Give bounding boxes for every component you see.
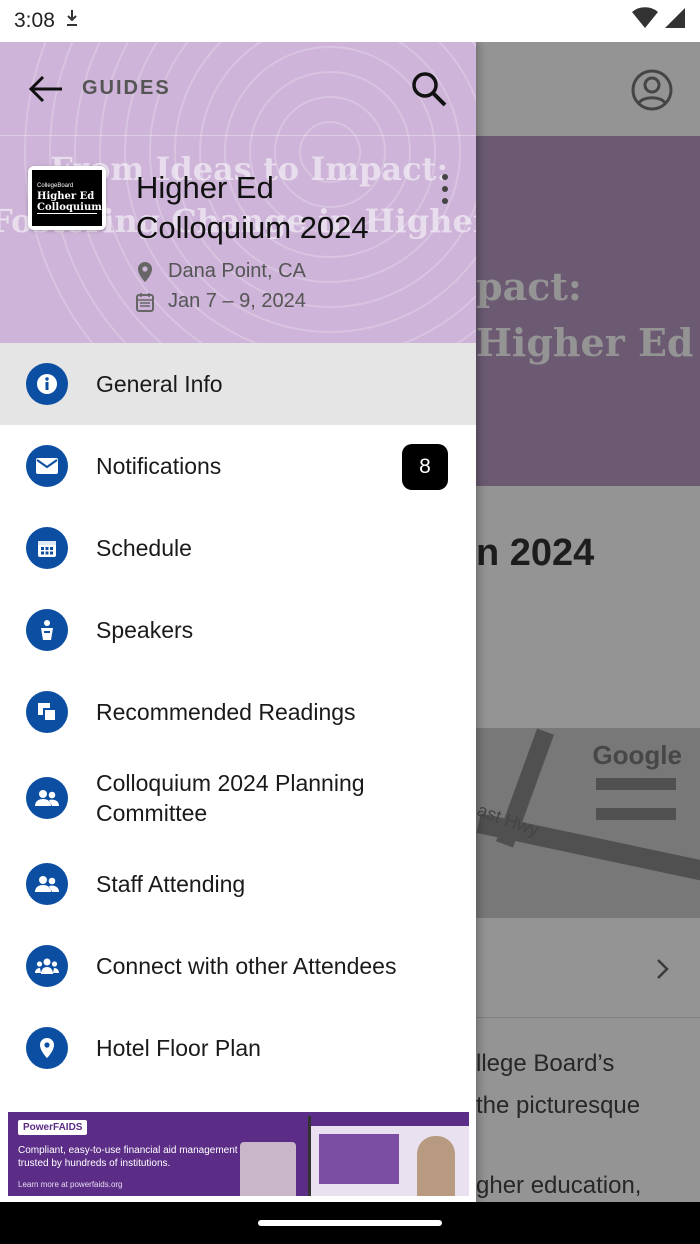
menu-item-label: Speakers bbox=[96, 617, 194, 643]
logo-line1: Higher Ed bbox=[37, 190, 95, 202]
drawer-toolbar: GUIDES bbox=[0, 42, 476, 136]
back-button[interactable] bbox=[26, 69, 66, 109]
download-icon bbox=[65, 9, 79, 33]
copy-icon bbox=[26, 691, 68, 733]
event-dates: Jan 7 – 9, 2024 bbox=[136, 290, 306, 313]
status-time: 3:08 bbox=[14, 9, 55, 32]
more-vert-icon bbox=[442, 174, 448, 180]
podium-icon bbox=[26, 609, 68, 651]
cell-signal-icon bbox=[664, 7, 686, 35]
navigation-drawer: From Ideas to Impact: Fostering Change i… bbox=[0, 42, 476, 1202]
map-pin-icon bbox=[26, 1027, 68, 1069]
menu-item-label: Colloquium 2024 Planning Committee bbox=[96, 770, 365, 826]
system-nav-bar bbox=[0, 1202, 700, 1244]
menu-item-notifications[interactable]: Notifications 8 bbox=[0, 425, 476, 507]
menu-item-connect-attendees[interactable]: Connect with other Attendees bbox=[0, 925, 476, 1007]
menu-item-label: Staff Attending bbox=[96, 871, 246, 897]
back-arrow-icon bbox=[28, 75, 62, 102]
more-options-button[interactable] bbox=[438, 174, 452, 204]
menu-item-general-info[interactable]: General Info bbox=[0, 343, 476, 425]
info-icon bbox=[26, 363, 68, 405]
status-bar: 3:08 bbox=[0, 0, 700, 42]
notification-count-badge: 8 bbox=[402, 444, 448, 490]
home-gesture-handle[interactable] bbox=[258, 1220, 442, 1226]
calendar-small-icon bbox=[136, 292, 154, 312]
banner-coffee-cup-image bbox=[240, 1142, 296, 1196]
event-logo: CollegeBoard Higher Ed Colloquium bbox=[28, 166, 106, 230]
people-icon bbox=[26, 863, 68, 905]
menu-item-hotel-floor-plan[interactable]: Hotel Floor Plan bbox=[0, 1007, 476, 1089]
menu-item-label: Notifications bbox=[96, 453, 222, 479]
banner-tagline: Compliant, easy-to-use financial aid man… bbox=[18, 1145, 238, 1169]
banner-brand: PowerFAIDS bbox=[18, 1120, 88, 1135]
drawer-menu: General Info Notifications 8 Schedule Sp… bbox=[0, 343, 476, 1089]
menu-item-label: Recommended Readings bbox=[96, 699, 356, 725]
location-pin-icon bbox=[138, 261, 152, 282]
calendar-icon bbox=[26, 527, 68, 569]
section-label: GUIDES bbox=[82, 77, 171, 99]
search-button[interactable] bbox=[408, 68, 450, 110]
menu-item-label: Hotel Floor Plan bbox=[96, 1035, 261, 1061]
logo-brand: CollegeBoard bbox=[37, 182, 74, 189]
envelope-icon bbox=[26, 445, 68, 487]
search-icon bbox=[412, 71, 447, 106]
banner-cta: Learn more at powerfaids.org bbox=[18, 1180, 123, 1189]
menu-item-planning-committee[interactable]: Colloquium 2024 Planning Committee bbox=[0, 753, 476, 843]
menu-item-label: Schedule bbox=[96, 535, 192, 561]
logo-line2: Colloquium bbox=[37, 201, 102, 214]
menu-item-schedule[interactable]: Schedule bbox=[0, 507, 476, 589]
menu-item-staff-attending[interactable]: Staff Attending bbox=[0, 843, 476, 925]
sponsor-banner[interactable]: PowerFAIDS Compliant, easy-to-use financ… bbox=[8, 1112, 469, 1196]
banner-screen-image bbox=[308, 1116, 469, 1196]
event-location: Dana Point, CA bbox=[136, 260, 306, 283]
menu-item-speakers[interactable]: Speakers bbox=[0, 589, 476, 671]
event-location-text: Dana Point, CA bbox=[168, 260, 306, 282]
event-dates-text: Jan 7 – 9, 2024 bbox=[168, 290, 306, 312]
menu-item-label: Connect with other Attendees bbox=[96, 953, 397, 979]
event-title: Higher Ed Colloquium 2024 bbox=[136, 170, 369, 245]
drawer-header: From Ideas to Impact: Fostering Change i… bbox=[0, 42, 476, 343]
wifi-icon bbox=[632, 7, 658, 35]
menu-item-label: General Info bbox=[96, 371, 223, 397]
people-icon bbox=[26, 777, 68, 819]
menu-item-recommended-readings[interactable]: Recommended Readings bbox=[0, 671, 476, 753]
group-icon bbox=[26, 945, 68, 987]
